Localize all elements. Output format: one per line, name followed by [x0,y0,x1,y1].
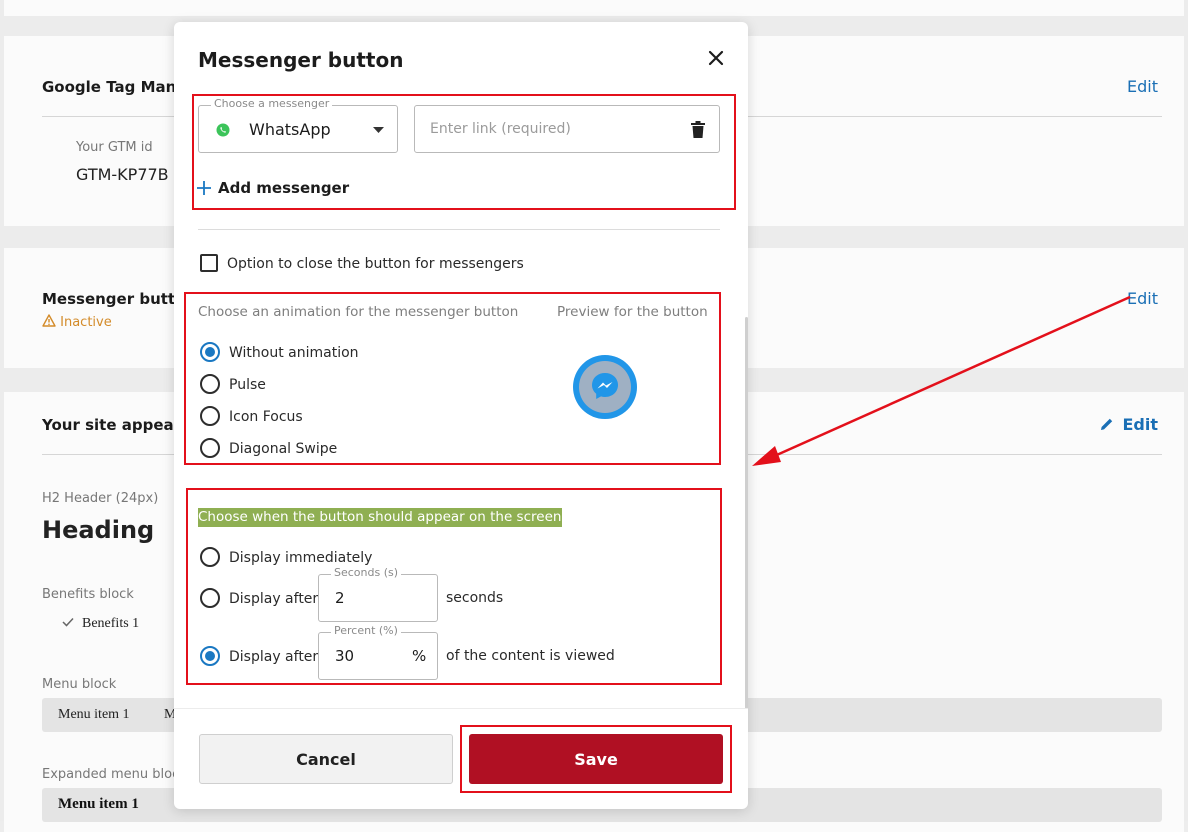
site-card-title: Your site appeara [42,416,192,434]
menu-item: Menu item 1 [58,707,130,722]
check-icon [62,617,74,627]
messenger-select-value: WhatsApp [249,120,331,139]
radio-pulse[interactable]: Pulse [200,374,266,396]
percent-field: Percent (%) % [318,624,438,680]
annotation-box-save [460,725,732,793]
messenger-button-modal: Messenger button Choose a messenger What… [174,22,748,809]
messenger-select-label: Choose a messenger [211,97,333,110]
radio-label: Display immediately [229,550,373,566]
plus-icon [197,181,211,195]
preview-heading: Preview for the button [557,304,708,320]
percent-input[interactable] [320,634,410,678]
seconds-input[interactable] [320,576,410,620]
gtm-edit-link[interactable]: Edit [1127,77,1158,96]
radio-without-animation[interactable]: Without animation [200,342,359,364]
percent-unit: % [412,647,427,665]
messenger-select[interactable]: Choose a messenger WhatsApp [198,97,398,153]
radio-label: Display after [229,591,319,607]
radio-label: Icon Focus [229,409,303,425]
close-icon[interactable] [706,48,726,68]
radio-display-after-percent[interactable]: Display after [200,646,318,668]
seconds-suffix: seconds [446,590,504,606]
radio-circle[interactable] [200,342,220,362]
radio-label: Diagonal Swipe [229,441,338,457]
caret-down-icon [373,127,384,133]
messenger-card-title: Messenger butto [42,290,186,308]
close-option-checkbox-row[interactable]: Option to close the button for messenger… [200,253,524,272]
add-messenger-label: Add messenger [218,179,350,197]
warning-icon [42,314,56,327]
site-edit-label: Edit [1122,415,1158,434]
radio-circle[interactable] [200,547,220,567]
radio-circle[interactable] [200,588,220,608]
radio-circle[interactable] [200,646,220,666]
radio-circle[interactable] [200,438,220,458]
modal-scrollbar[interactable] [745,317,748,709]
messenger-icon [592,373,618,399]
cancel-button[interactable]: Cancel [199,734,453,784]
messenger-preview-button[interactable] [573,355,637,419]
close-option-label: Option to close the button for messenger… [227,256,524,272]
radio-display-after-seconds[interactable]: Display after [200,588,318,610]
expanded-menu-label: Expanded menu bloc [42,767,180,782]
radio-icon-focus[interactable]: Icon Focus [200,406,303,428]
radio-label: Pulse [229,377,266,393]
gtm-id-label: Your GTM id [76,140,153,155]
radio-circle[interactable] [200,406,220,426]
benefits-label: Benefits block [42,587,134,602]
whatsapp-icon [216,123,230,137]
gtm-title: Google Tag Mana [42,78,187,96]
site-edit-link[interactable]: Edit [1100,415,1158,434]
percent-suffix: of the content is viewed [446,648,615,664]
link-field [414,105,720,153]
h2-label: H2 Header (24px) [42,491,159,506]
gtm-id-value: GTM-KP77B [76,165,169,184]
link-input[interactable] [416,107,672,151]
close-option-checkbox[interactable] [200,254,218,272]
status-text: Inactive [60,315,112,330]
messenger-preview-inner [579,361,631,413]
menu-block-label: Menu block [42,677,117,692]
add-messenger-button[interactable]: Add messenger [196,178,349,200]
pencil-icon [1101,418,1113,430]
section-divider [198,229,720,230]
appear-heading: Choose when the button should appear on … [198,508,563,527]
heading-sample: Heading [42,516,155,544]
radio-label: Display after [229,649,319,665]
expanded-menu-item: Menu item 1 [58,796,139,812]
modal-title: Messenger button [198,48,404,72]
trash-icon[interactable] [691,121,705,138]
radio-circle[interactable] [200,374,220,394]
seconds-field: Seconds (s) [318,566,438,622]
benefits-item-text: Benefits 1 [82,616,140,631]
top-card [4,0,1184,16]
footer-divider [174,708,748,709]
messenger-edit-link[interactable]: Edit [1127,289,1158,308]
animation-heading: Choose an animation for the messenger bu… [198,304,519,320]
radio-diagonal-swipe[interactable]: Diagonal Swipe [200,438,337,460]
benefits-item: Benefits 1 [62,616,139,632]
status-badge: Inactive [42,314,112,330]
radio-label: Without animation [229,345,359,361]
